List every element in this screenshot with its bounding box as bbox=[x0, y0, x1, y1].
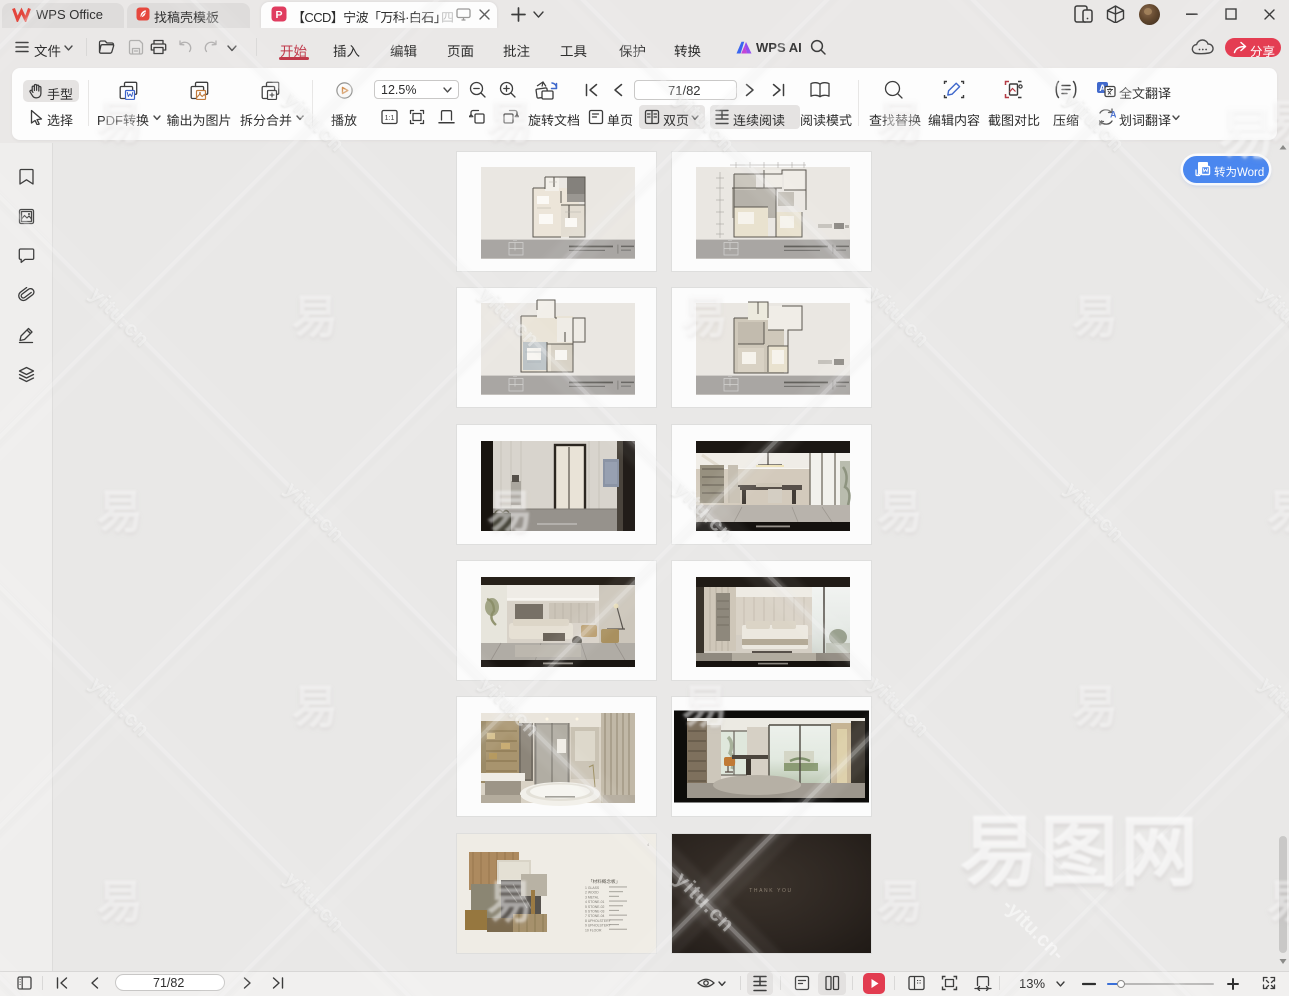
svg-text:4 STONE-01: 4 STONE-01 bbox=[585, 900, 604, 904]
svg-text:5 STONE-02: 5 STONE-02 bbox=[585, 904, 604, 908]
svg-text:1 GLASS: 1 GLASS bbox=[585, 886, 600, 890]
svg-text:6 STONE-03: 6 STONE-03 bbox=[585, 909, 604, 913]
svg-text:A: A bbox=[1110, 110, 1116, 120]
svg-text:x: x bbox=[1099, 118, 1103, 127]
svg-text:1:1: 1:1 bbox=[385, 115, 395, 122]
svg-text:9 UPHOLSTERY: 9 UPHOLSTERY bbox=[585, 923, 611, 927]
svg-text:8 UPHOLSTERY: 8 UPHOLSTERY bbox=[585, 919, 611, 923]
svg-text:P: P bbox=[275, 9, 282, 21]
svg-text:10 FLOOR: 10 FLOOR bbox=[585, 928, 602, 932]
svg-text:THANK YOU: THANK YOU bbox=[749, 888, 792, 894]
svg-text:2 WOOD: 2 WOOD bbox=[585, 890, 599, 894]
svg-text:7 STONE-04: 7 STONE-04 bbox=[585, 914, 604, 918]
svg-text:3 METAL: 3 METAL bbox=[585, 895, 599, 899]
svg-text:「材料概念板」: 「材料概念板」 bbox=[588, 879, 620, 885]
